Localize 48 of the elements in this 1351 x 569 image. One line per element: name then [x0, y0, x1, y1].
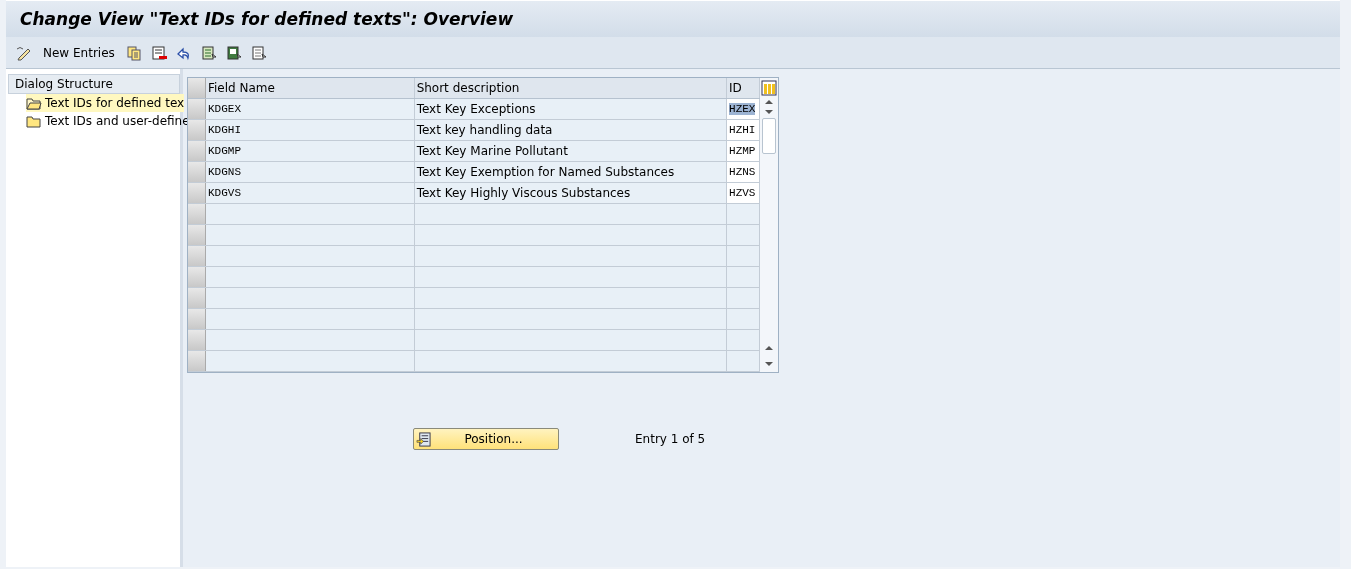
scrollbar-thumb[interactable]	[762, 118, 776, 154]
folder-icon	[26, 96, 42, 110]
row-selector[interactable]	[188, 309, 206, 329]
tree-item[interactable]: Text IDs for defined tex	[26, 94, 185, 112]
new-entries-button[interactable]: New Entries	[41, 45, 117, 60]
scroll-up-icon[interactable]	[764, 344, 774, 352]
row-selector[interactable]	[188, 162, 206, 182]
row-selector[interactable]	[188, 183, 206, 203]
column-header[interactable]: Short description	[414, 78, 728, 98]
row-selector[interactable]	[188, 246, 206, 266]
row-selector[interactable]	[188, 141, 206, 161]
row-selector[interactable]	[188, 330, 206, 350]
delete-row-icon[interactable]	[150, 44, 167, 61]
row-selector[interactable]	[188, 288, 206, 308]
id-field[interactable]: HZNS	[727, 162, 760, 182]
table-cell: KDGNS	[206, 162, 415, 182]
id-field[interactable]: HZMP	[727, 141, 760, 161]
position-button[interactable]: Position...	[413, 428, 559, 450]
table-cell: KDGVS	[206, 183, 415, 203]
column-settings-icon[interactable]	[761, 80, 777, 96]
scroll-down-icon[interactable]	[764, 360, 774, 368]
table-cell: KDGHI	[206, 120, 415, 140]
column-header[interactable]: Field Name	[206, 78, 415, 98]
row-selector[interactable]	[188, 204, 206, 224]
table-cell: KDGMP	[206, 141, 415, 161]
scroll-up-icon[interactable]	[764, 98, 774, 106]
row-selector[interactable]	[188, 267, 206, 287]
id-field[interactable]: HZHI	[727, 120, 760, 140]
row-selector[interactable]	[188, 120, 206, 140]
select-all-icon[interactable]	[200, 44, 217, 61]
id-field[interactable]: HZEX	[727, 99, 760, 119]
row-selector[interactable]	[188, 225, 206, 245]
window-title: Change View "Text IDs for defined texts": Overview	[20, 9, 514, 29]
deselect-icon[interactable]	[250, 44, 267, 61]
row-selector[interactable]	[188, 351, 206, 371]
scroll-down-icon[interactable]	[764, 108, 774, 116]
tree-item[interactable]: Text IDs and user-define	[26, 112, 190, 130]
entry-counter: Entry 1 of 5	[635, 432, 706, 446]
select-block-icon[interactable]	[225, 44, 242, 61]
folder-icon	[26, 114, 42, 128]
copy-icon[interactable]	[125, 44, 142, 61]
panel-header: Dialog Structure	[8, 74, 180, 94]
position-icon	[416, 431, 431, 447]
row-selector[interactable]	[188, 99, 206, 119]
select-all-corner[interactable]	[188, 78, 206, 98]
table-cell: KDGEX	[206, 99, 415, 119]
pencil-icon[interactable]	[16, 44, 32, 61]
id-field[interactable]: HZVS	[727, 183, 760, 203]
